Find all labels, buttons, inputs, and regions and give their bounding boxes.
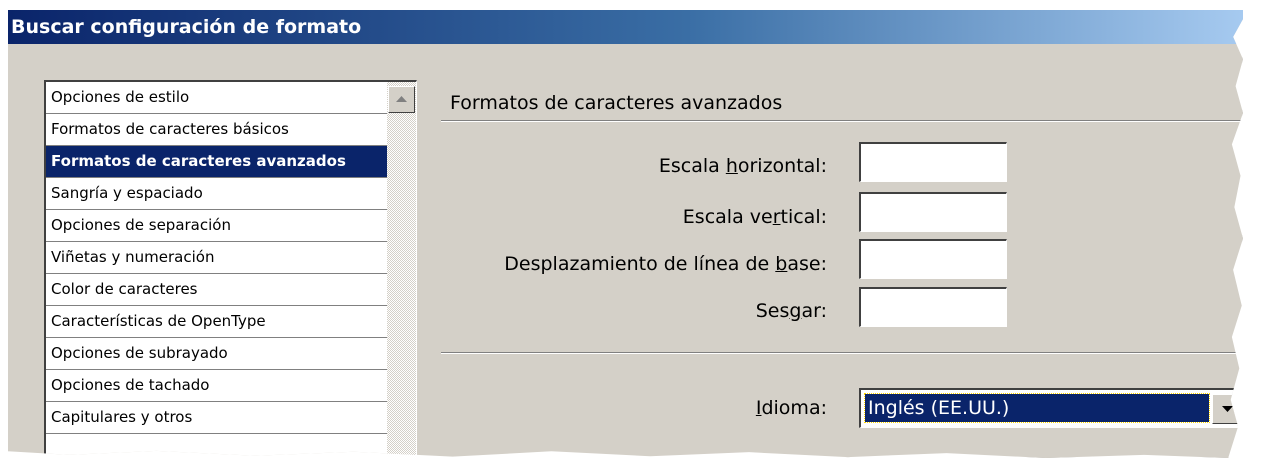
label-part: ar: <box>801 300 827 322</box>
list-scrollbar[interactable] <box>387 82 416 458</box>
label-part: orizontal: <box>737 155 827 177</box>
list-item[interactable]: Características de OpenType <box>46 306 388 338</box>
list-item[interactable]: Formatos de caracteres avanzados <box>46 146 388 178</box>
baseline-shift-input[interactable] <box>859 239 1007 279</box>
vertical-scale-label: Escala vertical: <box>683 206 827 228</box>
category-list[interactable]: Opciones de estilo Formatos de caracteres… <box>44 80 417 458</box>
language-selected-value: Inglés (EE.UU.) <box>864 393 1210 423</box>
list-item[interactable]: Color de caracteres <box>46 274 388 306</box>
label-part: Desplazamiento de línea de <box>504 253 776 275</box>
label-mnemonic: r <box>772 206 781 228</box>
dialog-title-bar[interactable]: Buscar configuración de formato <box>8 10 1243 44</box>
label-mnemonic: b <box>775 253 788 275</box>
label-part: dioma: <box>761 397 827 419</box>
section-title: Formatos de caracteres avanzados <box>450 92 783 114</box>
list-item[interactable]: Opciones de estilo <box>46 82 388 114</box>
list-item[interactable]: Opciones de tachado <box>46 370 388 402</box>
list-item[interactable]: Viñetas y numeración <box>46 242 388 274</box>
label-part: ase: <box>787 253 827 275</box>
label-mnemonic: g <box>789 300 802 322</box>
list-item[interactable]: Formatos de caracteres básicos <box>46 114 388 146</box>
label-mnemonic: h <box>725 155 738 177</box>
language-label: Idioma: <box>756 397 827 419</box>
skew-label: Sesgar: <box>756 300 827 322</box>
triangle-down-icon <box>1222 405 1233 412</box>
horizontal-scale-label: Escala horizontal: <box>659 155 827 177</box>
skew-input[interactable] <box>859 287 1007 327</box>
section-divider-top <box>441 120 1243 122</box>
find-format-dialog: Buscar configuración de formato Opciones… <box>8 10 1243 458</box>
list-item[interactable]: Opciones de subrayado <box>46 338 388 370</box>
list-item-empty <box>46 434 388 458</box>
category-list-items: Opciones de estilo Formatos de caracteres… <box>46 82 388 458</box>
label-part: tical: <box>780 206 828 228</box>
label-part: Escala <box>658 155 726 177</box>
list-item[interactable]: Sangría y espaciado <box>46 178 388 210</box>
language-select[interactable]: Inglés (EE.UU.) <box>859 388 1243 428</box>
scroll-up-button[interactable] <box>388 86 415 113</box>
label-part: Escala ve <box>682 206 773 228</box>
label-part: Ses <box>755 300 790 322</box>
section-divider-bottom <box>441 352 1243 354</box>
list-item[interactable]: Opciones de separación <box>46 210 388 242</box>
list-item[interactable]: Capitulares y otros <box>46 402 388 434</box>
horizontal-scale-input[interactable] <box>859 142 1007 182</box>
baseline-shift-label: Desplazamiento de línea de base: <box>504 253 827 275</box>
dialog-title: Buscar configuración de formato <box>11 16 362 38</box>
vertical-scale-input[interactable] <box>859 192 1007 232</box>
triangle-up-icon <box>396 96 407 102</box>
language-dropdown-button[interactable] <box>1212 394 1243 424</box>
